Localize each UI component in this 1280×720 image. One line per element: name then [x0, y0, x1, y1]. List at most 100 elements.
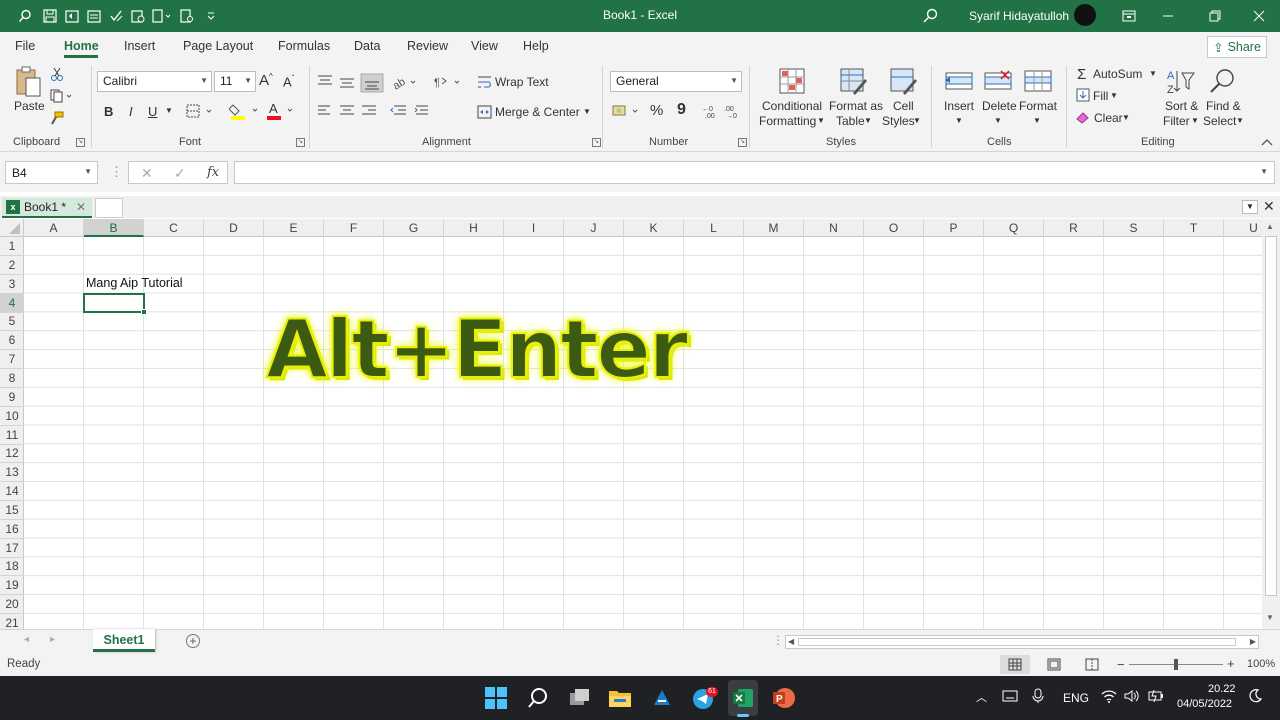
- format-as-table-label-2[interactable]: Table: [836, 114, 865, 128]
- excel-icon[interactable]: [729, 684, 757, 712]
- new-workbook-tab[interactable]: [95, 198, 123, 218]
- close-icon[interactable]: ✕: [76, 200, 86, 214]
- row-header[interactable]: 3: [0, 275, 24, 294]
- column-header[interactable]: I: [504, 219, 564, 237]
- find-select-icon[interactable]: [1208, 66, 1238, 96]
- column-header[interactable]: Q: [984, 219, 1044, 237]
- close-icon[interactable]: [1236, 0, 1280, 32]
- column-header[interactable]: G: [384, 219, 444, 237]
- accounting-format-icon[interactable]: [612, 103, 642, 119]
- chevron-down-icon[interactable]: ▼: [1149, 69, 1157, 78]
- row-header[interactable]: 5: [0, 312, 24, 332]
- confirm-entry-icon[interactable]: ✓: [174, 165, 186, 182]
- text-direction-icon[interactable]: ¶: [433, 73, 463, 91]
- sheet-tab-sheet1[interactable]: Sheet1: [93, 629, 155, 652]
- column-header[interactable]: J: [564, 219, 624, 237]
- column-header[interactable]: M: [744, 219, 804, 237]
- tray-overflow-icon[interactable]: ︿: [976, 689, 987, 705]
- page-break-view-icon[interactable]: [1085, 658, 1099, 674]
- find-select-label-1[interactable]: Find &: [1206, 99, 1241, 113]
- insert-cells-label[interactable]: Insert: [944, 99, 974, 113]
- notifications-icon[interactable]: [1248, 689, 1263, 706]
- row-header[interactable]: 9: [0, 388, 24, 407]
- tab-help[interactable]: Help: [523, 39, 549, 53]
- row-header[interactable]: 4: [0, 293, 24, 313]
- chevron-down-icon[interactable]: ▼: [1110, 91, 1118, 100]
- battery-icon[interactable]: [1146, 689, 1164, 706]
- delete-cells-label[interactable]: Delete: [982, 99, 1017, 113]
- zoom-level[interactable]: 100%: [1247, 658, 1275, 670]
- comma-style-button[interactable]: 9: [677, 101, 686, 119]
- row-header[interactable]: 7: [0, 350, 24, 370]
- normal-view-icon[interactable]: [1000, 655, 1030, 674]
- minimize-icon[interactable]: [1145, 0, 1191, 32]
- chevron-down-icon[interactable]: ▼: [1236, 116, 1244, 125]
- workbook-tab[interactable]: x Book1 * ✕: [2, 198, 92, 218]
- chevron-down-icon[interactable]: ▼: [1242, 200, 1258, 214]
- more-options-icon[interactable]: ⋮: [772, 633, 784, 647]
- chevron-down-icon[interactable]: ▼: [913, 116, 921, 125]
- user-name[interactable]: Syarif Hidayatulloh: [969, 9, 1069, 23]
- chevron-down-icon[interactable]: ▼: [1260, 167, 1268, 176]
- chevron-down-icon[interactable]: ▼: [994, 116, 1002, 125]
- number-launcher-icon[interactable]: ↘: [738, 138, 747, 147]
- cell-styles-label-2[interactable]: Styles: [882, 114, 915, 128]
- row-header[interactable]: 20: [0, 595, 24, 615]
- column-header[interactable]: T: [1164, 219, 1224, 237]
- tab-view[interactable]: View: [471, 39, 498, 53]
- alignment-launcher-icon[interactable]: ↘: [592, 138, 601, 147]
- chevron-down-icon[interactable]: ▼: [1122, 113, 1130, 122]
- insert-cells-icon[interactable]: [944, 66, 974, 96]
- tab-page-layout[interactable]: Page Layout: [183, 39, 253, 53]
- start-icon[interactable]: [482, 684, 510, 712]
- row-header[interactable]: 17: [0, 539, 24, 558]
- format-as-table-label-1[interactable]: Format as: [829, 99, 883, 113]
- cut-icon[interactable]: [49, 66, 65, 82]
- merge-center-label[interactable]: Merge & Center: [495, 105, 580, 119]
- column-header[interactable]: D: [204, 219, 264, 237]
- scroll-left-icon[interactable]: ◀: [788, 637, 794, 646]
- sort-filter-icon[interactable]: AZ: [1166, 66, 1196, 96]
- paste-icon[interactable]: [13, 66, 43, 98]
- language-indicator[interactable]: ENG: [1063, 691, 1089, 705]
- column-header[interactable]: U: [1224, 219, 1262, 237]
- orientation-icon[interactable]: ab: [391, 73, 421, 91]
- row-header[interactable]: 14: [0, 482, 24, 502]
- vertical-align-icons[interactable]: [316, 73, 386, 93]
- chevron-down-icon[interactable]: ▼: [583, 107, 591, 116]
- cancel-entry-icon[interactable]: ✕: [141, 165, 153, 182]
- format-as-table-icon[interactable]: [838, 66, 868, 96]
- insert-function-button[interactable]: fx: [207, 165, 219, 180]
- cell-area[interactable]: [24, 237, 1262, 629]
- fill-label[interactable]: Fill: [1093, 89, 1108, 103]
- sort-filter-label-2[interactable]: Filter: [1163, 114, 1190, 128]
- column-header[interactable]: R: [1044, 219, 1104, 237]
- format-cells-label[interactable]: Format: [1019, 99, 1057, 113]
- search-icon[interactable]: [922, 8, 938, 27]
- decimal-icons[interactable]: ←0.00.00 →0: [701, 102, 743, 120]
- chevron-down-icon[interactable]: ▼: [817, 116, 825, 125]
- column-header[interactable]: C: [144, 219, 204, 237]
- zoom-in-icon[interactable]: +: [1227, 656, 1235, 671]
- row-header[interactable]: 2: [0, 256, 24, 275]
- scroll-right-icon[interactable]: ▶: [1250, 637, 1256, 646]
- search-icon[interactable]: [524, 684, 552, 712]
- row-header[interactable]: 16: [0, 520, 24, 539]
- horizontal-scroll-thumb[interactable]: [798, 638, 1236, 646]
- row-header[interactable]: 11: [0, 426, 24, 445]
- column-header[interactable]: L: [684, 219, 744, 237]
- row-header[interactable]: 1: [0, 237, 24, 256]
- close-workbook-icon[interactable]: ✕: [1263, 198, 1275, 215]
- font-color-icon[interactable]: A: [266, 101, 298, 121]
- paste-label[interactable]: Paste: [14, 99, 45, 113]
- more-options-icon[interactable]: ⋮: [110, 164, 123, 180]
- row-header[interactable]: 18: [0, 557, 24, 577]
- cell-b3[interactable]: Mang Aip Tutorial: [86, 276, 183, 290]
- clear-label[interactable]: Clear: [1094, 111, 1123, 125]
- conditional-formatting-label-2[interactable]: Formatting: [759, 114, 816, 128]
- chevron-down-icon[interactable]: ▼: [864, 116, 872, 125]
- row-header[interactable]: 12: [0, 444, 24, 464]
- bold-button[interactable]: B: [104, 104, 113, 119]
- tab-insert[interactable]: Insert: [124, 39, 155, 53]
- merge-center-icon[interactable]: [477, 104, 493, 120]
